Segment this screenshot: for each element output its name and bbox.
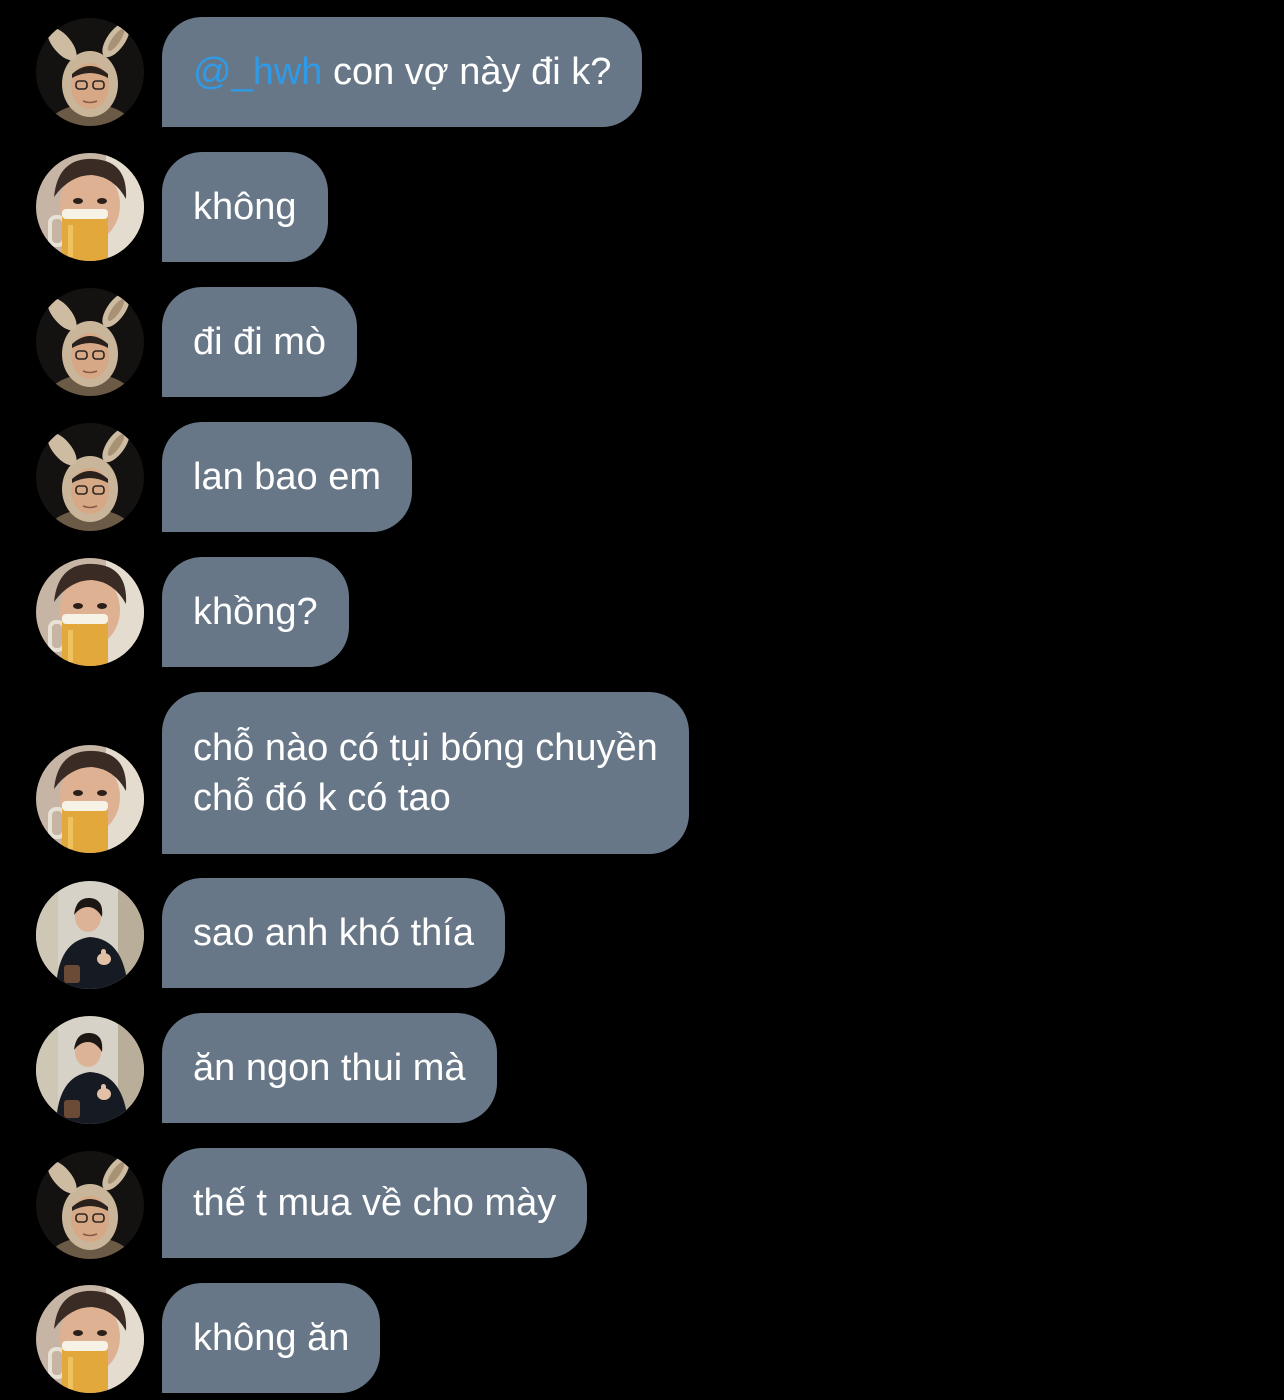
message-row: không	[0, 152, 1284, 262]
beer-glass-avatar[interactable]	[36, 558, 144, 666]
bunny-ears-avatar[interactable]	[36, 288, 144, 396]
message-bubble[interactable]: không ăn	[162, 1283, 381, 1393]
mention-link[interactable]: @_hwh	[193, 47, 322, 97]
message-text: sao anh khó thía	[193, 912, 474, 954]
message-text: lan bao em	[193, 456, 382, 498]
message-bubble[interactable]: chỗ nào có tụi bóng chuyền chỗ đó k có t…	[162, 692, 689, 854]
message-bubble[interactable]: ăn ngon thui mà	[162, 1013, 497, 1123]
message-bubble[interactable]: không	[162, 152, 328, 262]
beer-glass-avatar[interactable]	[36, 1285, 144, 1393]
bunny-ears-avatar[interactable]	[36, 1151, 144, 1259]
message-bubble[interactable]: lan bao em	[162, 422, 413, 532]
message-bubble[interactable]: khồng?	[162, 557, 349, 667]
message-row: đi đi mò	[0, 287, 1284, 397]
message-bubble[interactable]: sao anh khó thía	[162, 878, 505, 988]
beer-glass-avatar[interactable]	[36, 745, 144, 853]
message-text: khồng?	[193, 591, 318, 633]
message-text: con vợ này đi k?	[322, 51, 612, 93]
message-row: không ăn	[0, 1283, 1284, 1393]
beer-glass-avatar[interactable]	[36, 153, 144, 261]
message-row: @_hwh con vợ này đi k?	[0, 17, 1284, 127]
thumbs-up-avatar[interactable]	[36, 881, 144, 989]
bunny-ears-avatar[interactable]	[36, 18, 144, 126]
message-row: thế t mua về cho mày	[0, 1148, 1284, 1258]
message-bubble[interactable]: đi đi mò	[162, 287, 358, 397]
message-row: sao anh khó thía	[0, 878, 1284, 988]
message-row: chỗ nào có tụi bóng chuyền chỗ đó k có t…	[0, 692, 1284, 854]
message-text: không	[193, 186, 297, 228]
bunny-ears-avatar[interactable]	[36, 423, 144, 531]
message-bubble[interactable]: thế t mua về cho mày	[162, 1148, 588, 1258]
message-text: không ăn	[193, 1317, 350, 1359]
message-text-line: chỗ nào có tụi bóng chuyền	[193, 727, 658, 769]
message-text: ăn ngon thui mà	[193, 1047, 466, 1089]
message-bubble[interactable]: @_hwh con vợ này đi k?	[162, 17, 643, 127]
message-text-line: chỗ đó k có tao	[193, 777, 451, 819]
message-text: thế t mua về cho mày	[193, 1182, 557, 1224]
message-row: ăn ngon thui mà	[0, 1013, 1284, 1123]
thumbs-up-avatar[interactable]	[36, 1016, 144, 1124]
message-row: khồng?	[0, 557, 1284, 667]
message-row: lan bao em	[0, 422, 1284, 532]
message-text: đi đi mò	[193, 321, 327, 363]
